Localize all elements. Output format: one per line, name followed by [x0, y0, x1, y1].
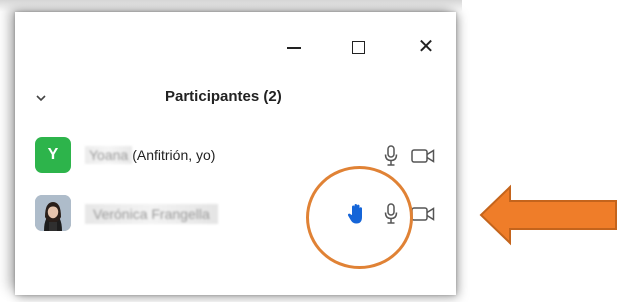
panel-title: Participantes (2): [165, 88, 282, 105]
minimize-icon: [287, 47, 301, 49]
avatar: [35, 195, 71, 231]
participant-name-blurred: Verónica Frangella: [85, 204, 218, 224]
participant-name: Verónica Frangella: [85, 204, 218, 224]
video-camera-icon[interactable]: [411, 148, 437, 164]
microphone-icon[interactable]: [383, 145, 399, 167]
participant-name: Yoana (Anfitrión, yo): [85, 146, 215, 164]
participant-row[interactable]: Y Yoana (Anfitrión, yo): [15, 134, 456, 178]
highlight-circle-annotation: [306, 166, 413, 269]
maximize-icon: [351, 40, 365, 54]
minimize-button[interactable]: [281, 34, 307, 60]
close-button[interactable]: ✕: [413, 34, 439, 60]
video-camera-icon[interactable]: [411, 206, 437, 222]
participant-name-blurred: Yoana: [85, 146, 133, 164]
chevron-down-icon[interactable]: [33, 90, 49, 106]
profile-photo: [35, 195, 71, 231]
avatar: Y: [35, 137, 71, 173]
close-icon: ✕: [417, 36, 435, 58]
left-arrow-annotation: [479, 184, 617, 246]
participant-role: (Anfitrión, yo): [132, 147, 216, 163]
maximize-button[interactable]: [345, 34, 371, 60]
